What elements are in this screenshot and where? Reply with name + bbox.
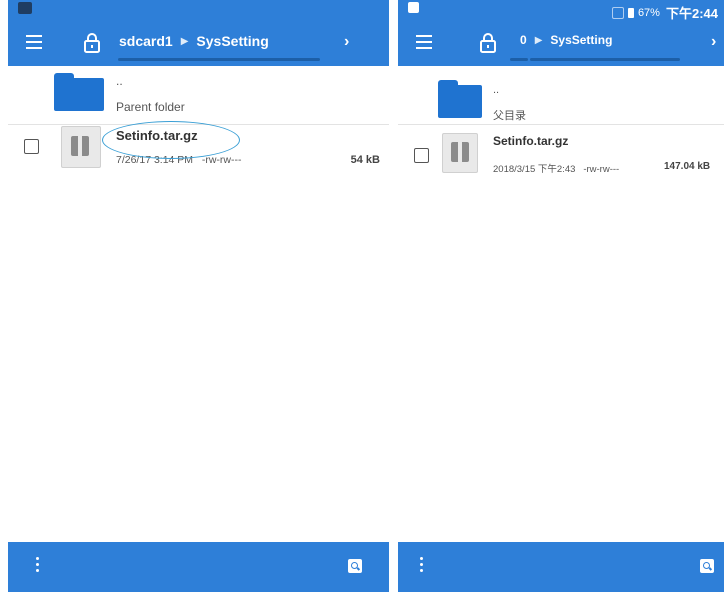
menu-icon[interactable]: [416, 35, 432, 49]
breadcrumb-indicator: [530, 58, 680, 61]
breadcrumb-item[interactable]: 0: [520, 33, 527, 47]
breadcrumb-separator-icon: ▶: [534, 34, 543, 46]
breadcrumb-separator-icon: ▶: [180, 35, 189, 47]
highlight-annotation: [102, 121, 240, 159]
battery-icon: [627, 7, 634, 18]
chevron-right-icon[interactable]: ›: [711, 33, 716, 51]
breadcrumb-indicator: [118, 58, 320, 61]
toolbar: sdcard1 ▶ SysSetting ›: [8, 20, 389, 66]
toolbar: 0 ▶ SysSetting ›: [398, 20, 724, 66]
battery-level: 67%: [637, 6, 660, 19]
folder-icon: [54, 73, 104, 111]
mute-icon: [611, 6, 624, 19]
divider: [398, 124, 724, 125]
search-icon[interactable]: [348, 559, 362, 573]
file-size: 147.04 kB: [664, 161, 711, 172]
breadcrumb: 0 ▶ SysSetting: [520, 33, 612, 47]
file-size: 54 kB: [350, 154, 380, 166]
breadcrumb: sdcard1 ▶ SysSetting: [119, 33, 269, 49]
status-bar: [8, 0, 389, 20]
parent-folder-row[interactable]: .. 父目录: [398, 66, 724, 126]
parent-folder-label: 父目录: [493, 110, 526, 122]
parent-folder-row[interactable]: .. Parent folder: [8, 66, 389, 126]
archive-icon: [442, 133, 478, 173]
overflow-menu-icon[interactable]: [420, 557, 424, 575]
lock-icon[interactable]: [82, 32, 102, 54]
bottom-bar: [398, 542, 724, 592]
notification-icon: [408, 2, 419, 13]
lock-icon[interactable]: [478, 32, 498, 54]
search-icon[interactable]: [700, 559, 714, 573]
parent-folder-label: Parent folder: [116, 100, 185, 114]
file-name: Setinfo.tar.gz: [493, 134, 569, 148]
file-datetime: 2018/3/15 下午2:43: [493, 164, 576, 175]
file-checkbox[interactable]: [24, 139, 39, 154]
notification-icon: [18, 2, 32, 14]
overflow-menu-icon[interactable]: [36, 557, 40, 575]
status-bar: 67% 下午2:44: [398, 0, 724, 21]
breadcrumb-indicator: [510, 58, 528, 61]
file-row[interactable]: Setinfo.tar.gz 2018/3/15 下午2:43 -rw-rw--…: [398, 132, 724, 180]
folder-icon: [438, 80, 482, 118]
breadcrumb-item[interactable]: SysSetting: [196, 33, 268, 49]
menu-icon[interactable]: [26, 35, 42, 49]
parent-dots: ..: [493, 84, 500, 96]
breadcrumb-item[interactable]: sdcard1: [119, 33, 173, 49]
parent-dots: ..: [116, 74, 123, 88]
file-meta: 2018/3/15 下午2:43 -rw-rw---: [493, 161, 619, 175]
bottom-bar: [8, 542, 389, 592]
breadcrumb-item[interactable]: SysSetting: [550, 33, 612, 47]
chevron-right-icon[interactable]: ›: [344, 33, 349, 51]
left-screen: sdcard1 ▶ SysSetting › .. Parent folder …: [8, 0, 389, 592]
archive-icon: [61, 126, 101, 168]
file-checkbox[interactable]: [414, 148, 429, 163]
right-screen: 67% 下午2:44 0 ▶ SysSetting › .. 父目录 Setin…: [398, 0, 724, 592]
file-permissions: -rw-rw---: [583, 164, 620, 175]
